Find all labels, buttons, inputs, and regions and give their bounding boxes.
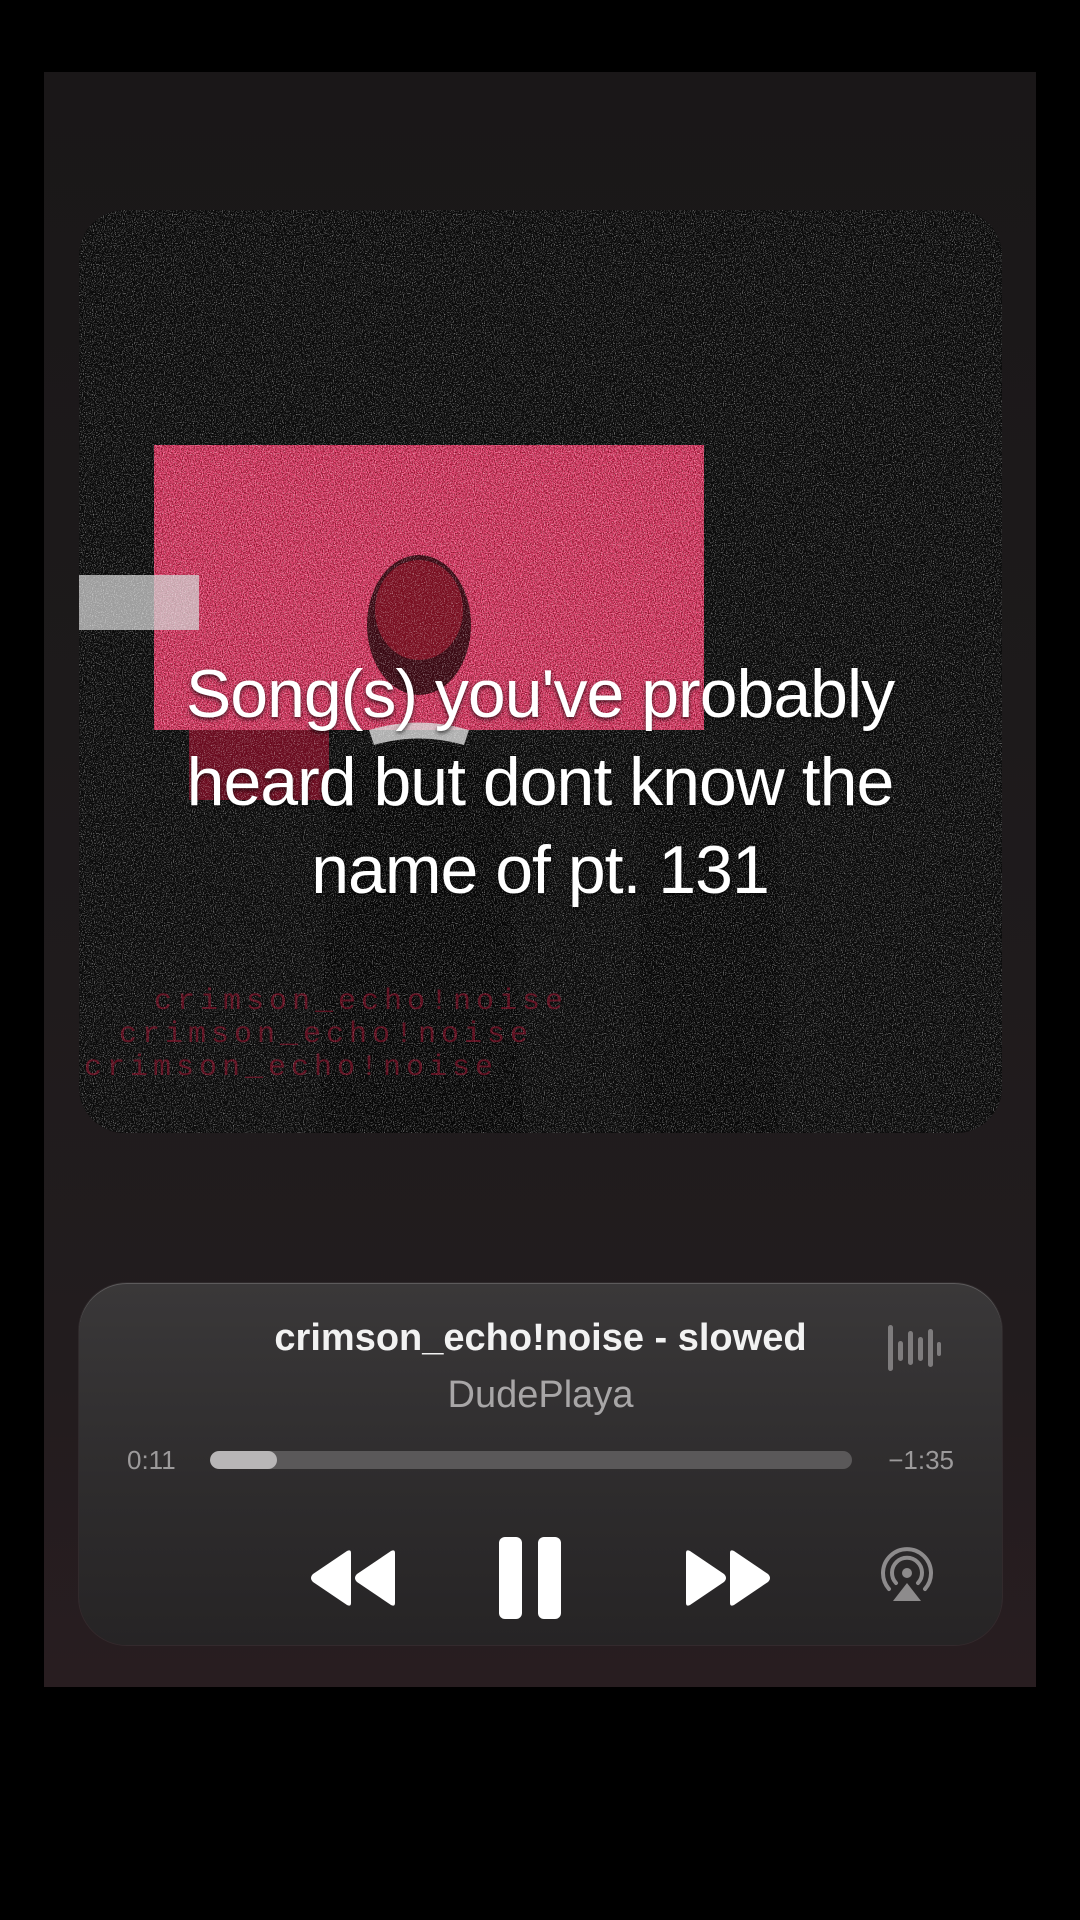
song-title[interactable]: crimson_echo!noise - slowed <box>79 1317 1002 1360</box>
pause-button[interactable] <box>497 1533 563 1623</box>
elapsed-time: 0:11 <box>127 1445 176 1475</box>
progress-slider[interactable] <box>210 1451 852 1469</box>
progress-fill <box>210 1451 278 1469</box>
now-playing-panel: crimson_echo!noise - slowed DudePlaya 0:… <box>79 1283 1002 1645</box>
airplay-icon <box>881 1547 933 1601</box>
video-caption: Song(s) you've probably heard but dont k… <box>185 656 895 908</box>
fast-forward-button[interactable] <box>682 1533 774 1623</box>
watermark-line: crimson_echo!noise <box>154 985 569 1019</box>
watermark-line: crimson_echo!noise <box>119 1018 534 1052</box>
fast-forward-icon <box>686 1550 770 1606</box>
artist-name[interactable]: DudePlaya <box>79 1374 1002 1417</box>
waveform-icon[interactable] <box>886 1323 942 1373</box>
airplay-button[interactable] <box>877 1545 937 1605</box>
watermark-line: crimson_echo!noise <box>84 1051 499 1085</box>
rewind-icon <box>311 1550 395 1606</box>
remaining-time: −1:35 <box>888 1445 954 1475</box>
pause-icon <box>499 1537 561 1619</box>
rewind-button[interactable] <box>307 1533 399 1623</box>
